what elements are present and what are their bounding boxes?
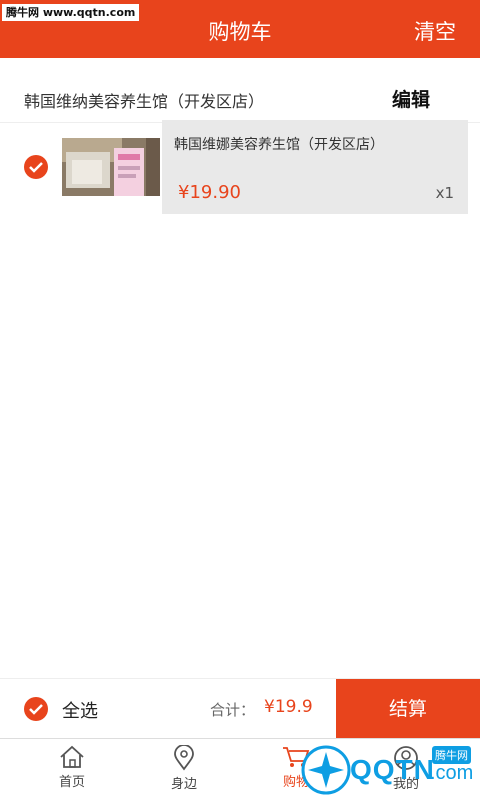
empty-content-area: [0, 226, 480, 678]
store-name[interactable]: 韩国维纳美容养生馆（开发区店）: [24, 88, 264, 112]
watermark-main: QQTN: [350, 754, 435, 785]
check-icon: [29, 704, 43, 715]
watermark-badge: 腾牛网: [432, 746, 471, 764]
select-all-checkbox[interactable]: [24, 697, 48, 721]
watermark-sub: .com: [430, 762, 474, 784]
select-all-label[interactable]: 全选: [62, 697, 98, 723]
watermark-top: 腾牛网 www.qqtn.com: [2, 4, 140, 21]
total-value: ¥19.9: [264, 697, 313, 717]
item-quantity: x1: [435, 184, 454, 202]
watermark-bottom: QQTN .com 腾牛网: [300, 740, 480, 800]
edit-button[interactable]: 编辑: [392, 85, 430, 112]
item-card[interactable]: 韩国维娜美容养生馆（开发区店） ¥19.90 x1: [162, 120, 468, 214]
watermark-logo-icon: [301, 745, 351, 795]
checkout-bar: 全选 合计： ¥19.9 结算: [0, 678, 480, 739]
clear-button[interactable]: 清空: [414, 16, 456, 46]
tab-nearby[interactable]: 身边: [124, 745, 244, 792]
product-image: [62, 138, 160, 196]
total-label: 合计：: [210, 701, 256, 719]
tab-label: 首页: [58, 775, 85, 790]
checkout-button[interactable]: 结算: [336, 679, 480, 739]
home-icon: [60, 745, 84, 768]
cart-item: 韩国维娜美容养生馆（开发区店） ¥19.90 x1: [0, 118, 480, 227]
location-icon: [174, 745, 194, 771]
tab-label: 身边: [170, 777, 197, 792]
tab-home[interactable]: 首页: [12, 745, 132, 790]
item-price: ¥19.90: [178, 182, 241, 203]
item-checkbox[interactable]: [24, 155, 48, 179]
item-thumbnail[interactable]: [62, 138, 160, 196]
check-icon: [29, 162, 43, 173]
item-name: 韩国维娜美容养生馆（开发区店）: [174, 137, 384, 153]
store-row: 韩国维纳美容养生馆（开发区店） 编辑: [0, 72, 480, 123]
